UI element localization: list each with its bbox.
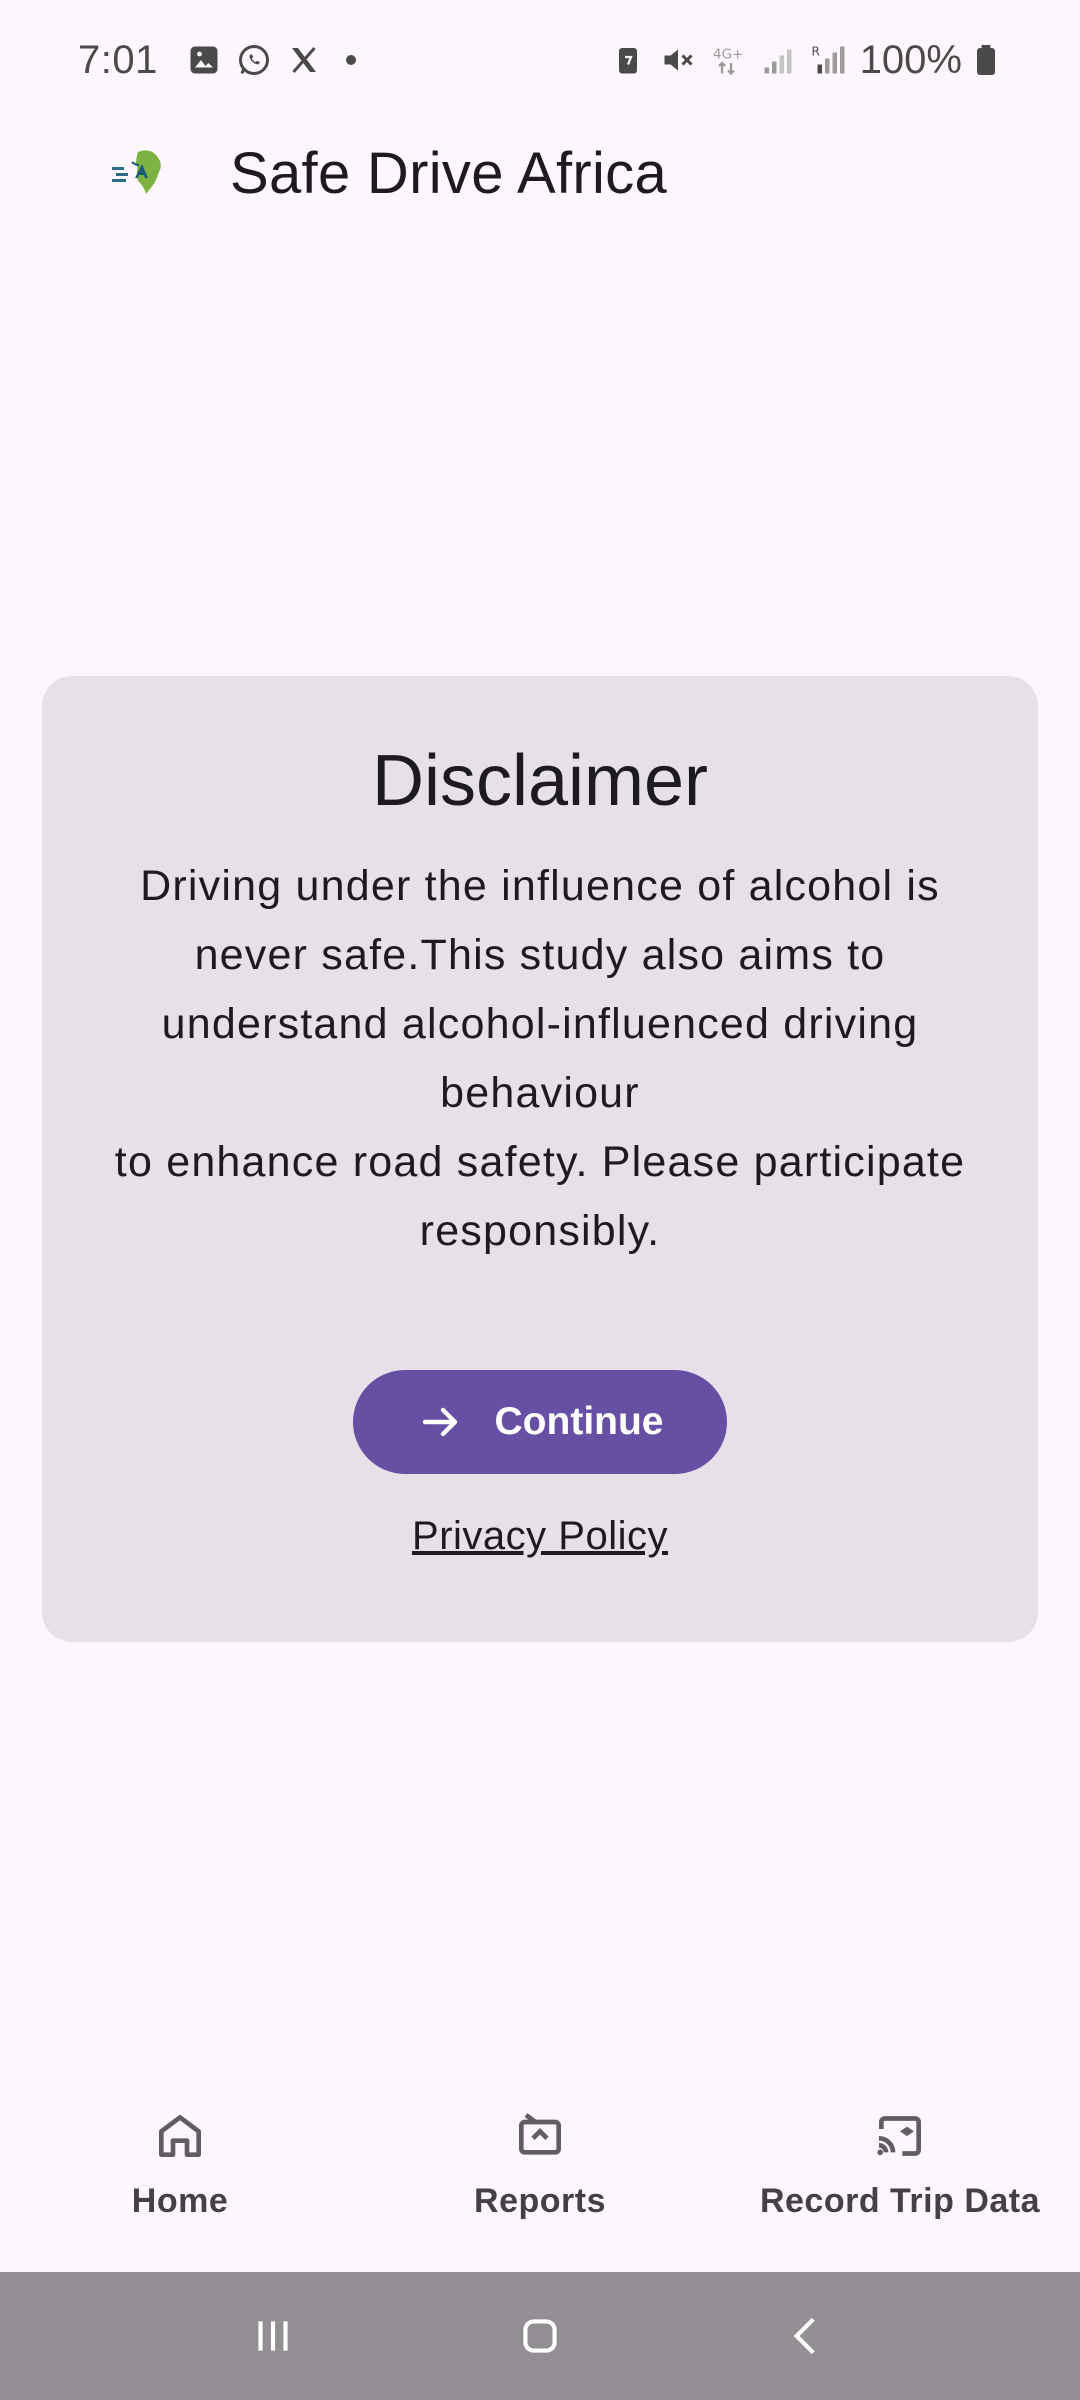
cast-icon	[872, 2108, 928, 2164]
gallery-icon	[186, 42, 222, 78]
continue-label: Continue	[494, 1400, 664, 1443]
home-icon	[152, 2108, 208, 2164]
recent-apps-button[interactable]	[248, 2311, 298, 2361]
disclaimer-title: Disclaimer	[371, 741, 709, 821]
arrow-right-icon	[417, 1398, 465, 1446]
mute-icon	[660, 42, 696, 78]
app-bar: Safe Drive Africa	[0, 120, 1080, 226]
disclaimer-card: Disclaimer Driving under the influence o…	[42, 676, 1038, 1642]
nav-item-reports[interactable]: Reports	[360, 2078, 720, 2272]
x-icon	[286, 42, 322, 78]
battery-percentage: 100%	[859, 37, 962, 82]
notification-dot	[345, 55, 356, 65]
svg-text:4G+: 4G+	[713, 47, 743, 63]
battery-saver-icon	[610, 42, 646, 78]
bottom-navigation: Home Reports Record Trip Data	[0, 2078, 1080, 2272]
back-button[interactable]	[782, 2311, 832, 2361]
disclaimer-body: Driving under the influence of alcohol i…	[114, 862, 966, 1255]
nav-label-reports: Reports	[474, 2182, 606, 2220]
home-button[interactable]	[515, 2311, 565, 2361]
nav-label-record-trip-data: Record Trip Data	[759, 2182, 1041, 2220]
reports-icon	[512, 2108, 568, 2164]
whatsapp-icon	[236, 42, 272, 78]
system-navigation-bar	[0, 2272, 1080, 2400]
svg-text:R: R	[811, 45, 819, 59]
app-title: Safe Drive Africa	[230, 140, 668, 206]
roaming-signal-icon: R	[810, 42, 846, 78]
nav-label-home: Home	[131, 2182, 229, 2220]
signal-icon	[760, 42, 796, 78]
battery-icon	[968, 42, 1004, 78]
continue-button[interactable]: Continue	[353, 1370, 727, 1474]
status-time: 7:01	[78, 37, 158, 82]
nav-item-home[interactable]: Home	[0, 2078, 360, 2272]
status-bar: 7:01 4G+ R 100%	[0, 0, 1080, 120]
nav-item-record-trip-data[interactable]: Record Trip Data	[720, 2078, 1080, 2272]
safe-drive-africa-logo-icon	[110, 142, 172, 204]
privacy-policy-link[interactable]: Privacy Policy	[412, 1514, 668, 1559]
4g-icon: 4G+	[710, 42, 746, 78]
